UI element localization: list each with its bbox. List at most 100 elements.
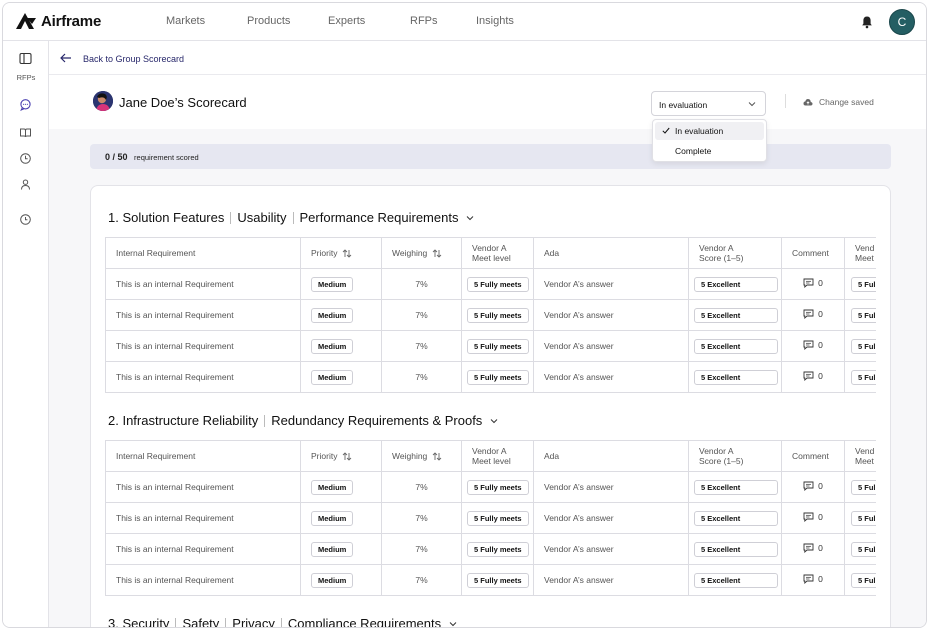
nav-insights[interactable]: Insights xyxy=(476,15,514,27)
col-internal-requirement-label: Internal Requirement xyxy=(116,248,196,258)
book-icon[interactable] xyxy=(19,126,32,139)
vendor-meet-cell[interactable]: 5 Fully meets xyxy=(461,533,534,565)
priority-cell[interactable]: Medium xyxy=(300,299,382,331)
col-priority[interactable]: Priority xyxy=(300,237,382,269)
vendor-meet-2-cell[interactable]: 5 Full xyxy=(844,502,876,534)
col-weighing[interactable]: Weighing xyxy=(381,237,462,269)
table-row[interactable]: This is an internal Requirement Medium 7% 5… xyxy=(105,502,876,534)
comment-cell[interactable]: 0 xyxy=(781,564,845,596)
vendor-answer-cell: Vendor A’s answer xyxy=(533,471,689,503)
vendor-meet-2-cell[interactable]: 5 Full xyxy=(844,564,876,596)
vendor-score-cell[interactable]: 5 Excellent xyxy=(688,361,782,393)
back-link[interactable]: Back to Group Scorecard xyxy=(83,54,184,64)
requirement-text: This is an internal Requirement xyxy=(116,513,234,523)
table-row[interactable]: This is an internal Requirement Medium 7% 5… xyxy=(105,564,876,596)
sort-icon[interactable] xyxy=(432,249,442,258)
table-row[interactable]: This is an internal Requirement Medium 7% 5… xyxy=(105,361,876,393)
comment-cell[interactable]: 0 xyxy=(781,268,845,300)
sort-icon[interactable] xyxy=(342,452,352,461)
comment-cell[interactable]: 0 xyxy=(781,361,845,393)
comment-count[interactable]: 0 xyxy=(803,512,823,522)
comment-cell[interactable]: 0 xyxy=(781,330,845,362)
priority-cell[interactable]: Medium xyxy=(300,533,382,565)
vendor-score-cell[interactable]: 5 Excellent xyxy=(688,533,782,565)
table-row[interactable]: This is an internal Requirement Medium 7% 5… xyxy=(105,471,876,503)
vendor-score-cell[interactable]: 5 Excellent xyxy=(688,502,782,534)
vendor-meet-2-cell[interactable]: 5 Full xyxy=(844,533,876,565)
nav-products[interactable]: Products xyxy=(247,15,328,27)
comment-count-value: 0 xyxy=(818,574,823,584)
priority-cell[interactable]: Medium xyxy=(300,361,382,393)
comment-cell[interactable]: 0 xyxy=(781,299,845,331)
vendor-meet-cell[interactable]: 5 Fully meets xyxy=(461,330,534,362)
status-select[interactable]: In evaluation xyxy=(651,91,766,116)
vendor-score-cell[interactable]: 5 Excellent xyxy=(688,268,782,300)
vendor-score-cell[interactable]: 5 Excellent xyxy=(688,330,782,362)
comment-count[interactable]: 0 xyxy=(803,481,823,491)
comment-count[interactable]: 0 xyxy=(803,543,823,553)
comment-count[interactable]: 0 xyxy=(803,574,823,584)
meet-level-tag-2: 5 Full xyxy=(851,479,876,495)
nav-rfps[interactable]: RFPs xyxy=(410,15,476,27)
person-icon[interactable] xyxy=(19,178,32,191)
section-title-2[interactable]: 2. Infrastructure Reliability Redundancy … xyxy=(108,413,498,428)
priority-cell[interactable]: Medium xyxy=(300,564,382,596)
section-title-3[interactable]: 3. Security Safety Privacy Compliance Requi… xyxy=(108,616,457,627)
col-weighing[interactable]: Weighing xyxy=(381,440,462,472)
title-separator xyxy=(292,211,294,224)
vendor-meet-2-cell[interactable]: 5 Full xyxy=(844,330,876,362)
bell-icon[interactable] xyxy=(860,15,874,29)
comment-cell[interactable]: 0 xyxy=(781,502,845,534)
vendor-meet-2-cell[interactable]: 5 Full xyxy=(844,361,876,393)
vendor-meet-cell[interactable]: 5 Fully meets xyxy=(461,299,534,331)
sort-icon[interactable] xyxy=(432,452,442,461)
history-icon[interactable] xyxy=(19,213,32,226)
sort-icon[interactable] xyxy=(342,249,352,258)
section-title-1[interactable]: 1. Solution Features Usability Performance… xyxy=(108,210,474,225)
status-option-complete[interactable]: Complete xyxy=(655,142,764,160)
vendor-meet-cell[interactable]: 5 Fully meets xyxy=(461,564,534,596)
vendor-meet-cell[interactable]: 5 Fully meets xyxy=(461,361,534,393)
chevron-down-icon[interactable] xyxy=(466,215,474,221)
priority-cell[interactable]: Medium xyxy=(300,330,382,362)
priority-cell[interactable]: Medium xyxy=(300,502,382,534)
comment-count[interactable]: 0 xyxy=(803,278,823,288)
chevron-down-icon[interactable] xyxy=(449,621,457,627)
table-row[interactable]: This is an internal Requirement Medium 7% 5… xyxy=(105,268,876,300)
table-row[interactable]: This is an internal Requirement Medium 7% 5… xyxy=(105,533,876,565)
chat-icon[interactable] xyxy=(19,98,32,111)
vendor-meet-2-cell[interactable]: 5 Full xyxy=(844,268,876,300)
meet-level-tag: 5 Fully meets xyxy=(467,510,529,526)
table-row[interactable]: This is an internal Requirement Medium 7% 5… xyxy=(105,330,876,362)
user-avatar[interactable]: C xyxy=(889,9,915,35)
vendor-meet-cell[interactable]: 5 Fully meets xyxy=(461,471,534,503)
requirements-table-wrapper[interactable]: Internal Requirement Priority Weighing Vend… xyxy=(105,237,876,393)
vendor-meet-2-cell[interactable]: 5 Full xyxy=(844,471,876,503)
vendor-meet-2-cell[interactable]: 5 Full xyxy=(844,299,876,331)
nav-markets[interactable]: Markets xyxy=(166,15,247,27)
chevron-down-icon[interactable] xyxy=(490,418,498,424)
vendor-answer-cell: Vendor A’s answer xyxy=(533,502,689,534)
clock-icon[interactable] xyxy=(19,152,32,165)
comment-count[interactable]: 0 xyxy=(803,309,823,319)
requirements-table-wrapper[interactable]: Internal Requirement Priority Weighing Vend… xyxy=(105,440,876,596)
comment-cell[interactable]: 0 xyxy=(781,471,845,503)
priority-cell[interactable]: Medium xyxy=(300,268,382,300)
sidebar-label-rfps[interactable]: RFPs xyxy=(3,73,49,82)
nav-experts[interactable]: Experts xyxy=(328,15,410,27)
vendor-meet-cell[interactable]: 5 Fully meets xyxy=(461,268,534,300)
status-option-in-evaluation[interactable]: In evaluation xyxy=(655,122,764,140)
col-priority[interactable]: Priority xyxy=(300,440,382,472)
back-arrow-icon[interactable] xyxy=(60,53,72,63)
vendor-score-cell[interactable]: 5 Excellent xyxy=(688,299,782,331)
vendor-meet-cell[interactable]: 5 Fully meets xyxy=(461,502,534,534)
table-row[interactable]: This is an internal Requirement Medium 7% 5… xyxy=(105,299,876,331)
comment-count[interactable]: 0 xyxy=(803,371,823,381)
vendor-score-cell[interactable]: 5 Excellent xyxy=(688,564,782,596)
comment-cell[interactable]: 0 xyxy=(781,533,845,565)
priority-cell[interactable]: Medium xyxy=(300,471,382,503)
vendor-score-cell[interactable]: 5 Excellent xyxy=(688,471,782,503)
panel-icon[interactable] xyxy=(19,52,32,65)
logo[interactable]: Airframe xyxy=(15,12,101,30)
comment-count[interactable]: 0 xyxy=(803,340,823,350)
